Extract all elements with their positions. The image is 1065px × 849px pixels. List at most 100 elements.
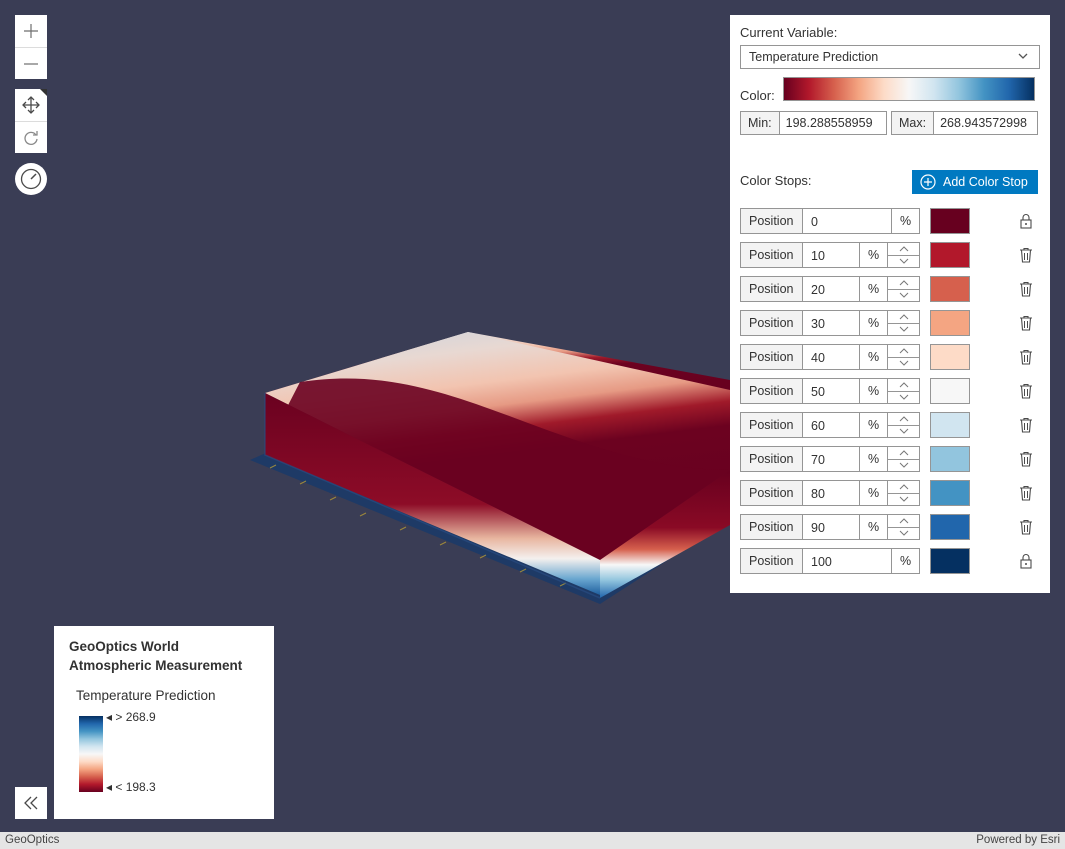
position-field[interactable]: Position 0% xyxy=(740,208,920,234)
position-field[interactable]: Position 90% xyxy=(740,514,920,540)
double-chevron-left-icon xyxy=(24,796,38,810)
color-swatch[interactable] xyxy=(930,208,970,234)
color-swatch[interactable] xyxy=(930,344,970,370)
position-field[interactable]: Position 70% xyxy=(740,446,920,472)
position-input[interactable]: 90 xyxy=(803,515,859,539)
position-input[interactable]: 60 xyxy=(803,413,859,437)
position-input[interactable]: 80 xyxy=(803,481,859,505)
trash-icon[interactable] xyxy=(1018,416,1034,434)
color-swatch[interactable] xyxy=(930,480,970,506)
color-swatch[interactable] xyxy=(930,446,970,472)
max-input[interactable]: 268.943572998 xyxy=(934,112,1037,134)
position-field[interactable]: Position 60% xyxy=(740,412,920,438)
min-input[interactable]: 198.288558959 xyxy=(780,112,886,134)
color-stop-row: Position 70% xyxy=(740,446,1040,472)
position-field[interactable]: Position 80% xyxy=(740,480,920,506)
max-field[interactable]: Max: 268.943572998 xyxy=(891,111,1038,135)
step-down-button[interactable] xyxy=(888,356,919,370)
trash-icon[interactable] xyxy=(1018,450,1034,468)
trash-icon[interactable] xyxy=(1018,484,1034,502)
step-down-button[interactable] xyxy=(888,526,919,540)
color-swatch[interactable] xyxy=(930,310,970,336)
step-down-button[interactable] xyxy=(888,322,919,336)
position-input[interactable]: 0 xyxy=(803,209,891,233)
color-swatch[interactable] xyxy=(930,378,970,404)
step-up-button[interactable] xyxy=(888,413,919,425)
trash-icon[interactable] xyxy=(1018,518,1034,536)
position-stepper[interactable] xyxy=(887,413,919,437)
step-up-button[interactable] xyxy=(888,481,919,493)
step-down-button[interactable] xyxy=(888,424,919,438)
trash-icon[interactable] xyxy=(1018,280,1034,298)
legend-title-line2: Atmospheric Measurement xyxy=(69,658,243,673)
position-stepper[interactable] xyxy=(887,277,919,301)
zoom-in-button[interactable] xyxy=(15,15,47,47)
powered-by-link[interactable]: Powered by Esri xyxy=(976,834,1060,846)
collapse-button[interactable] xyxy=(15,787,47,819)
percent-label: % xyxy=(859,413,887,437)
position-input[interactable]: 10 xyxy=(803,243,859,267)
position-label: Position xyxy=(741,549,803,573)
position-field[interactable]: Position 40% xyxy=(740,344,920,370)
pan-mode-button[interactable] xyxy=(15,89,47,121)
color-swatch[interactable] xyxy=(930,514,970,540)
step-up-button[interactable] xyxy=(888,447,919,459)
position-input[interactable]: 70 xyxy=(803,447,859,471)
variable-select[interactable]: Temperature Prediction xyxy=(740,45,1040,69)
position-input[interactable]: 50 xyxy=(803,379,859,403)
position-input[interactable]: 30 xyxy=(803,311,859,335)
step-up-button[interactable] xyxy=(888,515,919,527)
color-swatch[interactable] xyxy=(930,548,970,574)
position-input[interactable]: 20 xyxy=(803,277,859,301)
color-swatch[interactable] xyxy=(930,412,970,438)
step-up-button[interactable] xyxy=(888,243,919,255)
percent-label: % xyxy=(891,209,919,233)
legend: GeoOptics World Atmospheric Measurement … xyxy=(54,626,274,819)
percent-label: % xyxy=(859,515,887,539)
min-field[interactable]: Min: 198.288558959 xyxy=(740,111,887,135)
step-down-button[interactable] xyxy=(888,390,919,404)
position-stepper[interactable] xyxy=(887,379,919,403)
color-stop-row: Position 0% xyxy=(740,208,1040,234)
position-field[interactable]: Position 50% xyxy=(740,378,920,404)
zoom-out-button[interactable] xyxy=(15,48,47,79)
chevron-up-icon xyxy=(899,246,908,252)
lock-icon xyxy=(1018,212,1034,230)
step-down-button[interactable] xyxy=(888,458,919,472)
trash-icon[interactable] xyxy=(1018,246,1034,264)
position-field[interactable]: Position 10% xyxy=(740,242,920,268)
step-down-button[interactable] xyxy=(888,254,919,268)
step-up-button[interactable] xyxy=(888,311,919,323)
position-stepper[interactable] xyxy=(887,243,919,267)
position-stepper[interactable] xyxy=(887,447,919,471)
color-stop-row: Position 20% xyxy=(740,276,1040,302)
position-stepper[interactable] xyxy=(887,515,919,539)
add-color-stop-label: Add Color Stop xyxy=(943,175,1028,189)
position-stepper[interactable] xyxy=(887,311,919,335)
position-label: Position xyxy=(741,345,803,369)
chevron-up-icon xyxy=(899,280,908,286)
chevron-up-icon xyxy=(899,484,908,490)
position-field[interactable]: Position 30% xyxy=(740,310,920,336)
position-label: Position xyxy=(741,481,803,505)
position-input[interactable]: 40 xyxy=(803,345,859,369)
step-up-button[interactable] xyxy=(888,277,919,289)
color-swatch[interactable] xyxy=(930,242,970,268)
trash-icon[interactable] xyxy=(1018,382,1034,400)
position-stepper[interactable] xyxy=(887,345,919,369)
step-down-button[interactable] xyxy=(888,492,919,506)
position-field[interactable]: Position 20% xyxy=(740,276,920,302)
position-stepper[interactable] xyxy=(887,481,919,505)
position-label: Position xyxy=(741,515,803,539)
step-up-button[interactable] xyxy=(888,379,919,391)
compass-button[interactable] xyxy=(15,163,47,195)
color-swatch[interactable] xyxy=(930,276,970,302)
rotate-mode-button[interactable] xyxy=(15,122,47,153)
add-color-stop-button[interactable]: Add Color Stop xyxy=(912,170,1038,194)
trash-icon[interactable] xyxy=(1018,348,1034,366)
position-field[interactable]: Position 100% xyxy=(740,548,920,574)
trash-icon[interactable] xyxy=(1018,314,1034,332)
position-input[interactable]: 100 xyxy=(803,549,891,573)
step-down-button[interactable] xyxy=(888,288,919,302)
step-up-button[interactable] xyxy=(888,345,919,357)
